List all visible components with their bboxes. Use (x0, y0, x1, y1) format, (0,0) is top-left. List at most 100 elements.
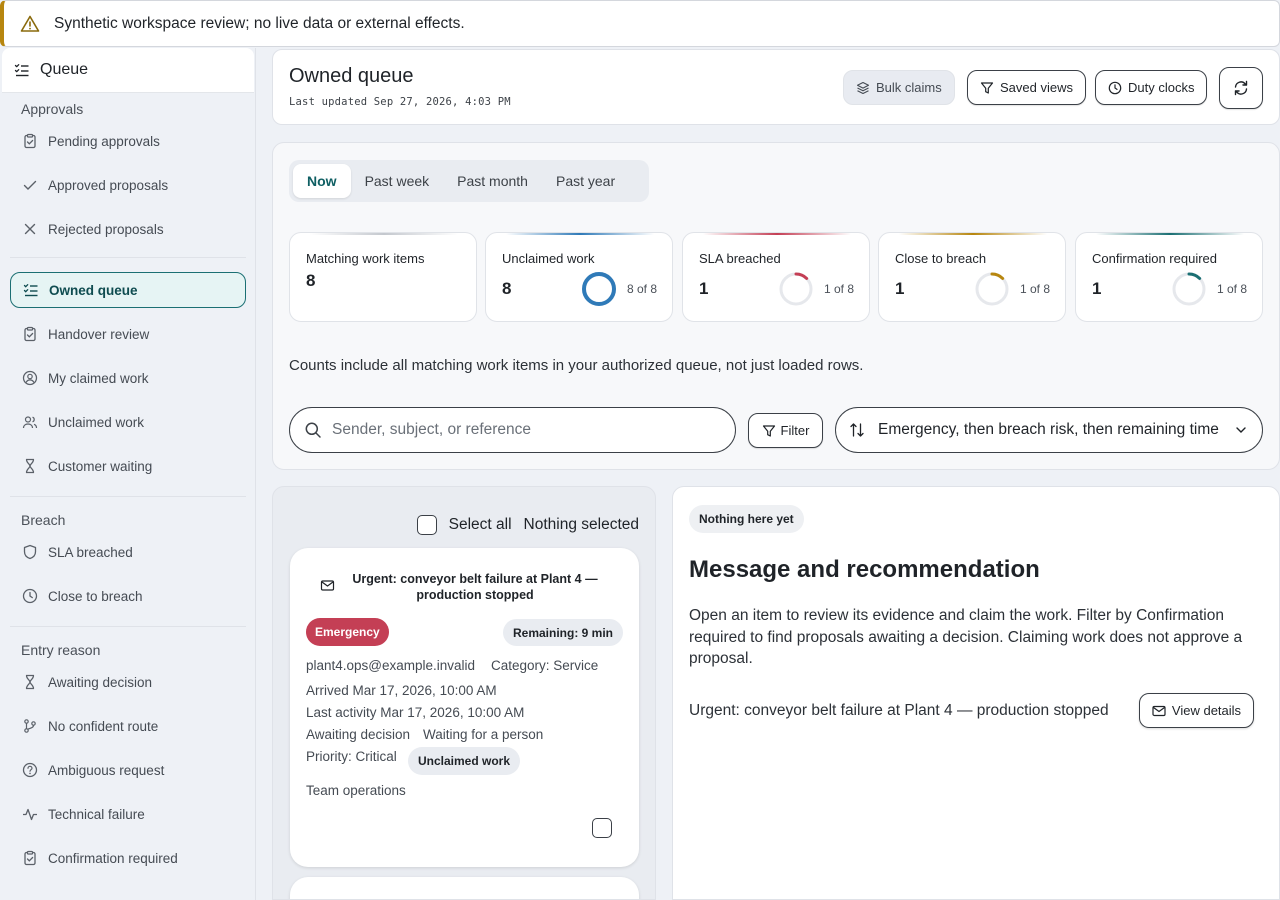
item-arrived: Arrived Mar 17, 2026, 10:00 AM (306, 683, 497, 698)
help-circle-icon (22, 762, 38, 778)
sidebar-item-ambiguous-request[interactable]: Ambiguous request (10, 752, 246, 788)
tab-now[interactable]: Now (293, 164, 351, 198)
view-details-button[interactable]: View details (1139, 693, 1254, 728)
stat-confirmation-required[interactable]: Confirmation required 1 1 of 8 (1075, 232, 1263, 322)
sidebar-item-handover-review[interactable]: Handover review (10, 316, 246, 352)
duty-clocks-button[interactable]: Duty clocks (1095, 70, 1208, 105)
item-team: Team operations (306, 783, 406, 798)
sidebar-item-pending-approvals[interactable]: Pending approvals (10, 123, 246, 159)
sidebar: Queue Approvals Pending approvals Approv… (0, 48, 256, 900)
item-subject[interactable]: Urgent: conveyor belt failure at Plant 4… (348, 571, 602, 603)
sidebar-item-sla-breached[interactable]: SLA breached (10, 534, 246, 570)
layers-icon (856, 81, 870, 95)
stat-value: 8 (502, 279, 512, 298)
sidebar-item-label: No confident route (48, 718, 159, 734)
filter-label: Filter (780, 423, 810, 438)
clipboard-check-icon (22, 326, 38, 342)
stat-sla-breached[interactable]: SLA breached 1 1 of 8 (682, 232, 870, 322)
tab-past-month[interactable]: Past month (443, 164, 542, 198)
chevron-down-icon (1234, 423, 1248, 437)
sort-selected-value: Emergency, then breach risk, then remain… (878, 421, 1219, 438)
git-branch-icon (22, 718, 38, 734)
detail-status-chip: Nothing here yet (689, 505, 804, 533)
progress-ring (975, 272, 1009, 306)
sidebar-item-label: Pending approvals (48, 133, 160, 149)
counts-note: Counts include all matching work items i… (289, 357, 864, 374)
sidebar-item-technical-failure[interactable]: Technical failure (10, 796, 246, 832)
demo-banner: Synthetic workspace review; no live data… (0, 0, 1280, 47)
saved-views-label: Saved views (1000, 80, 1073, 95)
sidebar-item-label: Rejected proposals (48, 221, 164, 237)
detail-panel: Nothing here yet Message and recommendat… (672, 486, 1280, 900)
progress-ring (779, 272, 813, 306)
tab-past-year[interactable]: Past year (542, 164, 629, 198)
sidebar-item-rejected-proposals[interactable]: Rejected proposals (10, 211, 246, 247)
sidebar-item-label: Ambiguous request (48, 762, 165, 778)
stat-accent-line (703, 233, 851, 235)
detail-item-subject: Urgent: conveyor belt failure at Plant 4… (689, 702, 1109, 719)
search-input[interactable] (332, 421, 712, 439)
select-all-checkbox[interactable] (416, 515, 437, 535)
filter-button[interactable]: Filter (748, 413, 823, 448)
stat-close-to-breach[interactable]: Close to breach 1 1 of 8 (878, 232, 1066, 322)
clock-icon (1108, 81, 1122, 95)
tab-past-week[interactable]: Past week (351, 164, 444, 198)
remaining-time-badge: Remaining: 9 min (502, 619, 623, 646)
sidebar-item-label: Handover review (48, 326, 150, 342)
sidebar-item-unclaimed-work[interactable]: Unclaimed work (10, 404, 246, 440)
stat-accent-line (899, 233, 1047, 235)
sidebar-item-owned-queue[interactable]: Owned queue (10, 272, 246, 308)
stat-label: Matching work items (306, 251, 425, 266)
work-item-list: Select all Nothing selected Urgent: conv… (272, 486, 656, 900)
work-item-card[interactable]: Urgent: conveyor belt failure at Plant 4… (290, 548, 639, 867)
sidebar-item-close-to-breach[interactable]: Close to breach (10, 578, 246, 614)
sidebar-divider (10, 496, 246, 497)
item-priority: Priority: Critical (306, 749, 397, 764)
check-icon (22, 177, 38, 193)
stat-matching-work-items[interactable]: Matching work items 8 (289, 232, 477, 322)
progress-ring (1172, 272, 1206, 306)
stat-label: Confirmation required (1092, 251, 1218, 266)
search-box[interactable] (289, 407, 736, 453)
bulk-claims-label: Bulk claims (876, 80, 942, 95)
sidebar-item-no-confident-route[interactable]: No confident route (10, 708, 246, 744)
view-details-label: View details (1171, 703, 1242, 718)
group-label-entry-reason: Entry reason (21, 642, 101, 658)
item-sender: plant4.ops@example.invalid (306, 658, 476, 673)
sidebar-divider (10, 626, 246, 627)
bulk-claims-button[interactable]: Bulk claims (843, 70, 955, 105)
search-icon (304, 421, 322, 439)
banner-text: Synthetic workspace review; no live data… (54, 14, 465, 32)
shield-icon (22, 544, 38, 560)
item-checkbox[interactable] (592, 818, 612, 838)
sidebar-item-awaiting-decision[interactable]: Awaiting decision (10, 664, 246, 700)
claim-status-chip: Unclaimed work (408, 747, 521, 775)
item-category: Category: Service (491, 658, 599, 673)
stat-accent-line (1096, 233, 1244, 235)
sidebar-item-confirmation-required[interactable]: Confirmation required (10, 840, 246, 876)
sidebar-item-customer-waiting[interactable]: Customer waiting (10, 448, 246, 484)
hourglass-icon (22, 458, 38, 474)
sidebar-divider (10, 257, 246, 258)
sidebar-item-label: Awaiting decision (48, 674, 153, 690)
hourglass-icon (22, 674, 38, 690)
sort-select[interactable]: Emergency, then breach risk, then remain… (835, 407, 1263, 453)
filter-icon (762, 424, 776, 438)
list-check-icon (23, 282, 39, 298)
saved-views-button[interactable]: Saved views (967, 70, 1086, 105)
sidebar-title: Queue (40, 61, 89, 78)
refresh-button[interactable] (1219, 67, 1263, 109)
selection-status: Nothing selected (523, 516, 639, 533)
select-all-row: Select all Nothing selected (416, 515, 639, 535)
stat-fraction: 1 of 8 (823, 282, 854, 296)
sidebar-header[interactable]: Queue (2, 48, 254, 93)
work-item-card[interactable] (290, 877, 639, 899)
sidebar-item-my-claimed-work[interactable]: My claimed work (10, 360, 246, 396)
stat-value: 1 (1092, 279, 1102, 298)
select-all-label[interactable]: Select all (449, 516, 512, 534)
sort-arrows-icon (848, 421, 866, 439)
page-header: Owned queue Last updated Sep 27, 2026, 4… (272, 49, 1280, 125)
stat-unclaimed-work[interactable]: Unclaimed work 8 8 of 8 (485, 232, 673, 322)
sidebar-item-approved-proposals[interactable]: Approved proposals (10, 167, 246, 203)
stat-label: Close to breach (895, 251, 987, 266)
